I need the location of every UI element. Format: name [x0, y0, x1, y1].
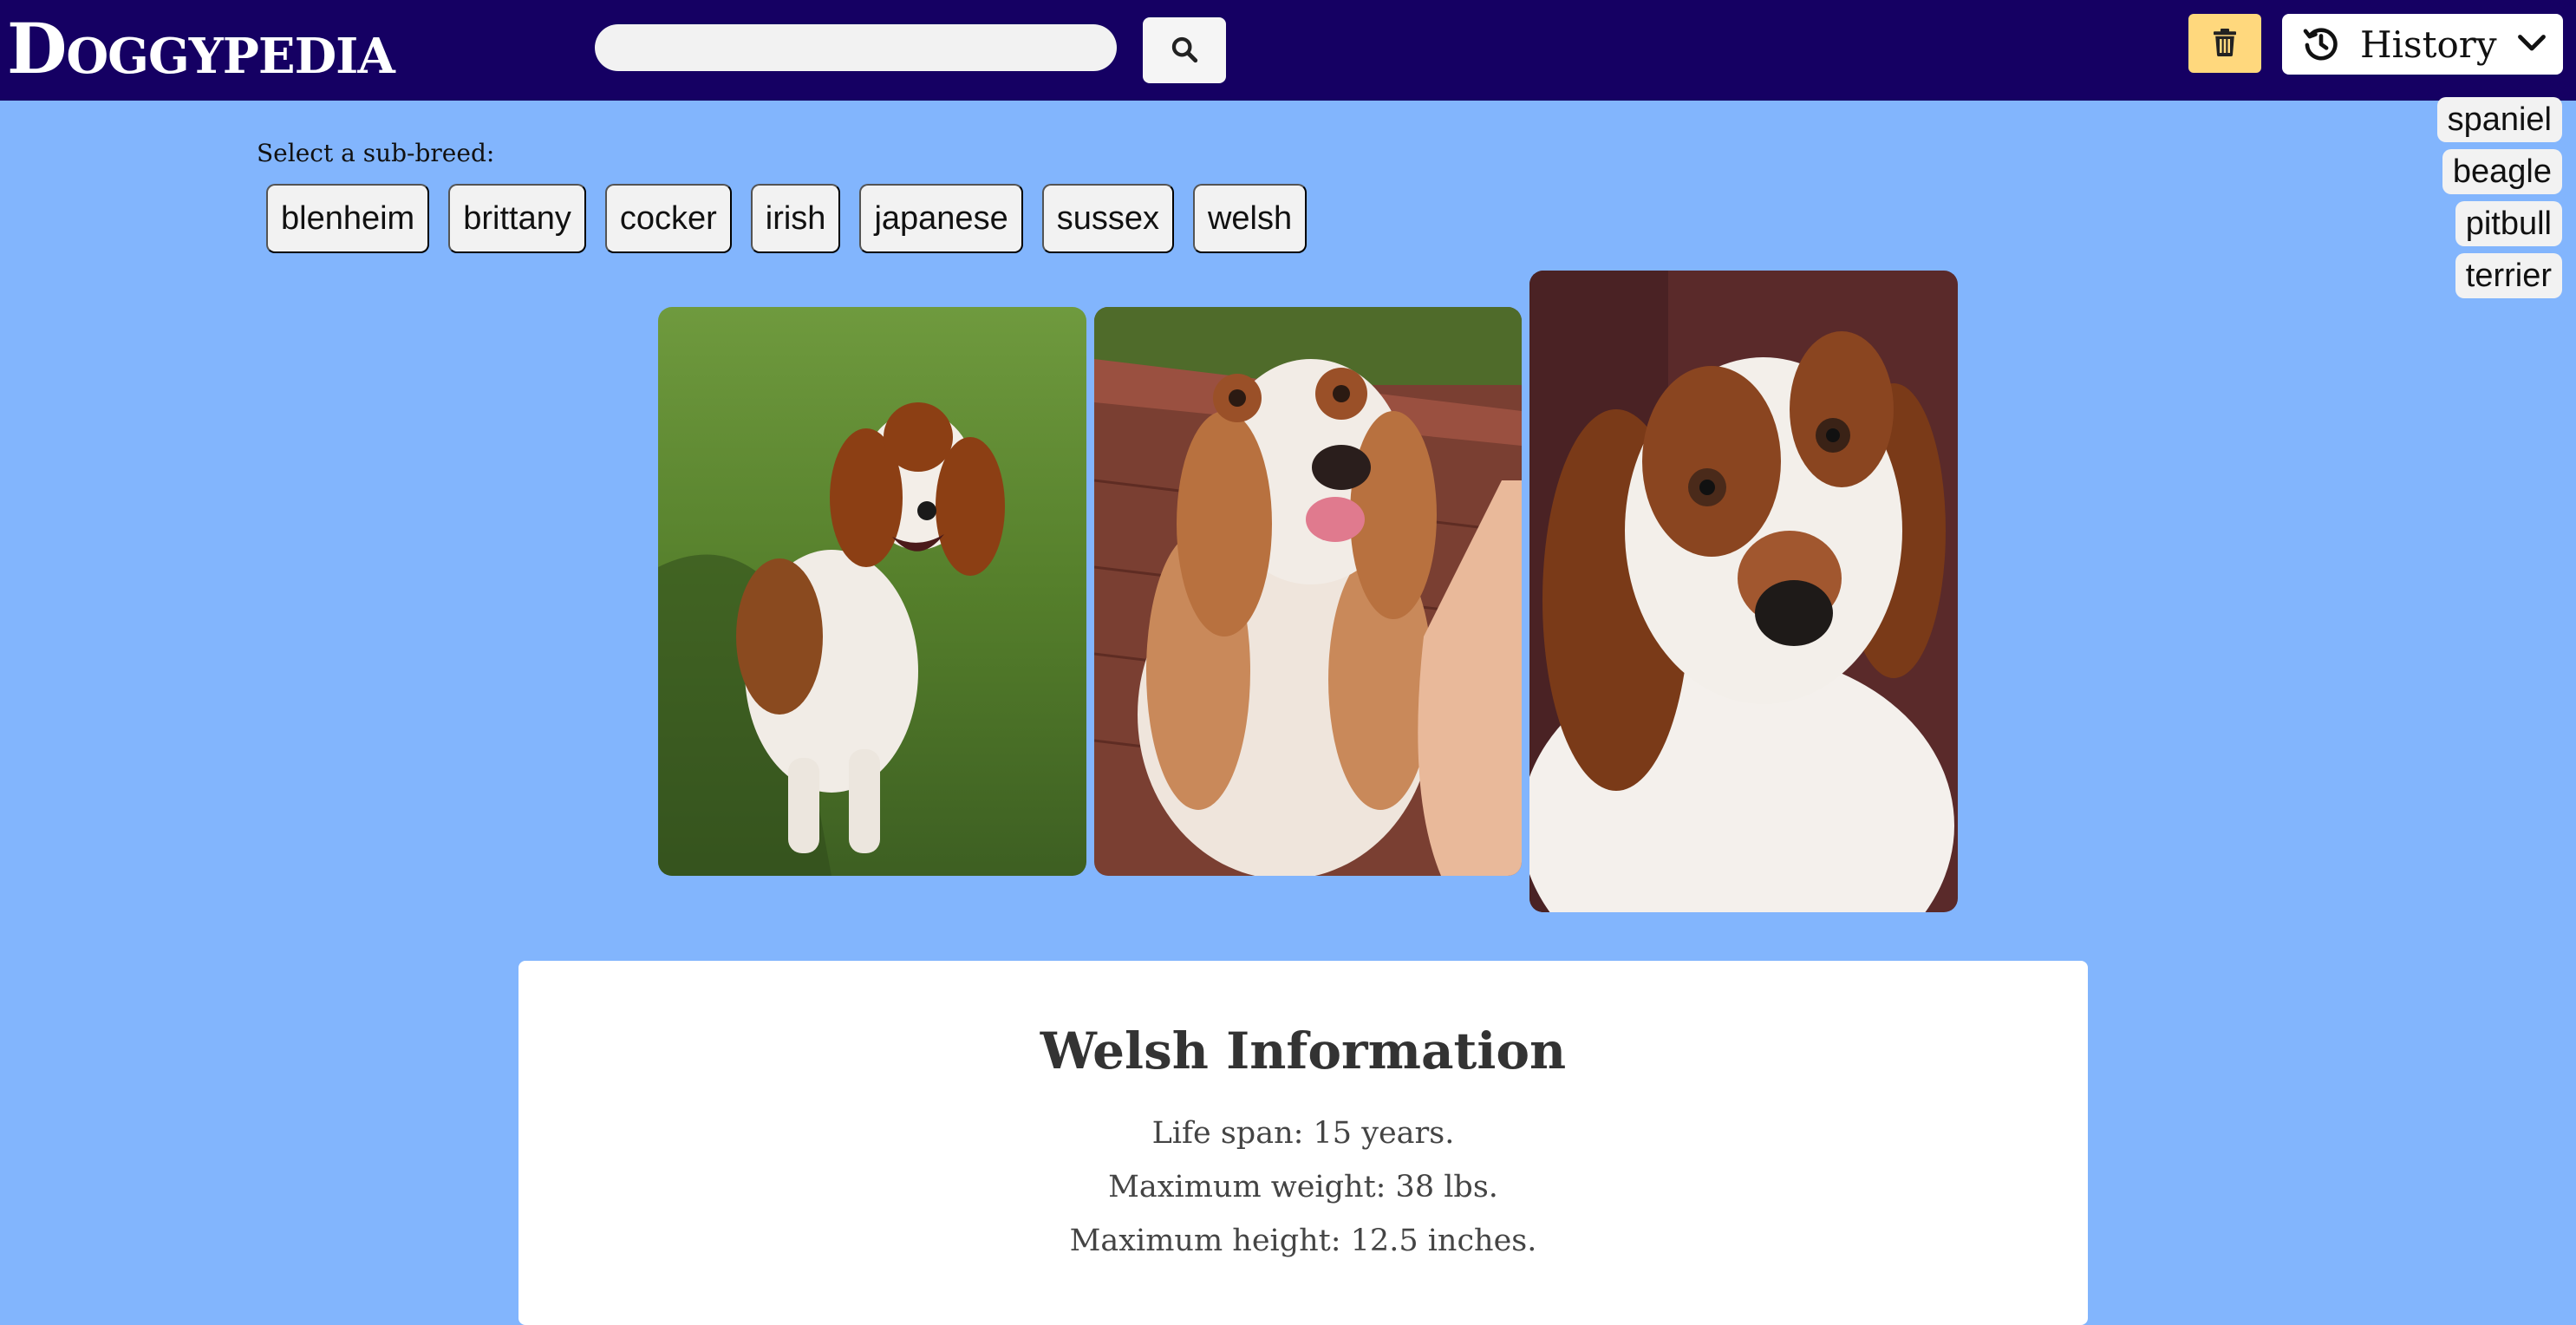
subbreed-chip-blenheim[interactable]: blenheim [266, 184, 430, 253]
history-list: spaniel beagle pitbull terrier [2436, 97, 2562, 298]
max-height-text: Maximum height: 12.5 inches. [1069, 1224, 1537, 1258]
max-weight-text: Maximum weight: 38 lbs. [1108, 1170, 1498, 1204]
history-dropdown-button[interactable]: History [2282, 14, 2563, 75]
subbreed-chip-sussex[interactable]: sussex [1041, 184, 1174, 253]
subbreed-chip-welsh[interactable]: welsh [1192, 184, 1308, 253]
top-nav-bar: Doggypedia History [0, 0, 2576, 101]
dog-photo-3 [1529, 271, 1958, 912]
dog-photo-1 [658, 307, 1086, 876]
site-logo[interactable]: Doggypedia [7, 3, 395, 97]
subbreed-chip-japanese[interactable]: japanese [859, 184, 1023, 253]
subbreed-chip-brittany[interactable]: brittany [448, 184, 586, 253]
breed-info-title: Welsh Information [1040, 1021, 1567, 1080]
history-item-pitbull[interactable]: pitbull [2455, 201, 2562, 246]
dog-photo-2 [1094, 307, 1522, 876]
subbreed-list: blenheim brittany cocker irish japanese … [266, 184, 1308, 253]
chevron-down-icon [2516, 33, 2547, 56]
history-item-terrier[interactable]: terrier [2455, 253, 2562, 298]
search-input[interactable] [595, 24, 1117, 71]
history-icon [2301, 23, 2341, 66]
subbreed-label: Select a sub-breed: [257, 139, 495, 167]
life-span-text: Life span: 15 years. [1151, 1116, 1455, 1151]
subbreed-chip-cocker[interactable]: cocker [604, 184, 732, 253]
search-icon [1170, 35, 1199, 67]
trash-icon [2213, 28, 2237, 59]
history-item-spaniel[interactable]: spaniel [2436, 97, 2562, 142]
subbreed-chip-irish[interactable]: irish [750, 184, 841, 253]
history-item-beagle[interactable]: beagle [2442, 149, 2562, 194]
history-label: History [2360, 23, 2497, 66]
breed-info-card: Welsh Information Life span: 15 years. M… [518, 961, 2088, 1325]
clear-history-button[interactable] [2188, 14, 2261, 73]
search-button[interactable] [1143, 17, 1226, 83]
